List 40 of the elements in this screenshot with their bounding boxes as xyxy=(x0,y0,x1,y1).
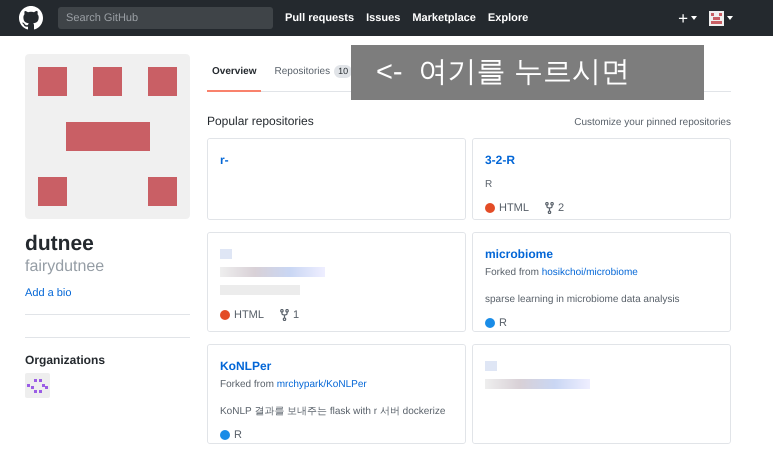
fork-icon xyxy=(280,309,289,322)
section-title: Popular repositories xyxy=(207,113,314,130)
forked-from-text: Forked from mrchypark/KoNLPer xyxy=(220,378,368,392)
language-label: R xyxy=(499,316,507,331)
repo-description: sparse learning in microbiome data analysis xyxy=(485,293,681,307)
new-menu-button[interactable]: + xyxy=(678,10,697,26)
forked-from-text: Forked from hosikchoi/microbiome xyxy=(485,266,639,280)
organizations-title: Organizations xyxy=(25,352,106,369)
repo-description: KoNLP 결과를 보내주는 flask with r 서버 dockerize xyxy=(220,405,446,419)
language-label: R xyxy=(234,428,242,443)
octocat-logo[interactable] xyxy=(19,6,43,30)
profile-name: dutnee xyxy=(25,231,95,257)
language-label: HTML xyxy=(499,201,529,216)
nav-link[interactable]: Explore xyxy=(488,10,528,26)
add-bio-link[interactable]: Add a bio xyxy=(25,285,72,302)
language-label: HTML xyxy=(234,308,264,323)
fork-icon xyxy=(544,202,554,214)
fork-source-link[interactable]: hosikchoi/microbiome xyxy=(542,267,638,278)
fork-count: 1 xyxy=(292,308,300,323)
blurred-text xyxy=(220,249,232,259)
search-field[interactable]: Search GitHub xyxy=(58,7,273,29)
profile-tab[interactable]: Overview xyxy=(207,64,262,92)
repo-link[interactable]: microbiome xyxy=(485,245,554,263)
nav-link[interactable]: Pull requests xyxy=(285,10,354,26)
repo-description: R xyxy=(485,178,494,192)
repo-link[interactable]: 3-2-R xyxy=(485,151,516,169)
nav-link[interactable]: Issues xyxy=(366,10,400,26)
repo-link[interactable]: r- xyxy=(220,151,229,169)
annotation-overlay: <- 여기를 누르시면 xyxy=(351,45,704,100)
nav-link[interactable]: Marketplace xyxy=(412,10,476,26)
blurred-text xyxy=(485,361,497,371)
avatar-menu-button[interactable] xyxy=(709,10,733,26)
profile-username: fairydutnee xyxy=(25,257,106,277)
fork-count: 2 xyxy=(558,201,564,216)
customize-link[interactable]: Customize your pinned repositories xyxy=(574,115,731,130)
organization-avatar[interactable] xyxy=(25,373,50,398)
caret-icon xyxy=(691,16,697,20)
fork-source-link[interactable]: mrchypark/KoNLPer xyxy=(276,379,367,390)
repo-link[interactable]: KoNLPer xyxy=(220,357,272,375)
caret-icon xyxy=(727,16,733,20)
